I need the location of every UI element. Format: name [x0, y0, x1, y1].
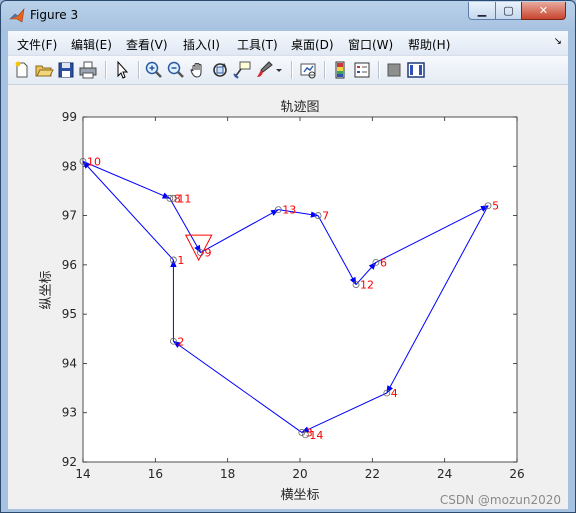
close-button[interactable]: ✕ — [521, 2, 566, 20]
x-tick-label: 16 — [148, 467, 163, 481]
point-label: 9 — [205, 247, 212, 260]
minimize-button[interactable]: ▁ — [468, 2, 496, 20]
figure-window: Figure 3 ▁ ▢ ✕ 文件(F) 编辑(E) 查看(V) 插入(I) 工… — [0, 0, 576, 513]
legend-icon[interactable] — [352, 60, 372, 80]
menu-edit[interactable]: 编辑(E) — [71, 36, 112, 53]
x-tick-label: 26 — [509, 467, 524, 481]
x-tick-label: 18 — [220, 467, 235, 481]
menu-tools[interactable]: 工具(T) — [237, 36, 278, 53]
figure-client-area: 文件(F) 编辑(E) 查看(V) 插入(I) 工具(T) 桌面(D) 窗口(W… — [8, 31, 568, 509]
x-tick-label: 14 — [75, 467, 90, 481]
menu-insert[interactable]: 插入(I) — [183, 36, 220, 53]
y-tick-label: 96 — [62, 258, 77, 272]
menu-view[interactable]: 查看(V) — [126, 36, 168, 53]
point-label: 11 — [177, 192, 191, 205]
close-icon: ✕ — [538, 4, 549, 17]
point-label: 5 — [492, 200, 499, 213]
brush-dropdown-icon[interactable] — [274, 60, 284, 80]
point-label: 7 — [322, 210, 329, 223]
y-tick-label: 99 — [62, 110, 77, 124]
maximize-icon: ▢ — [503, 4, 514, 17]
colorbar-icon[interactable] — [330, 60, 350, 80]
toolbar-separator — [291, 61, 293, 79]
maximize-button[interactable]: ▢ — [495, 2, 522, 20]
y-tick-label: 98 — [62, 159, 77, 173]
brush-icon[interactable] — [254, 60, 274, 80]
x-axis-label: 横坐标 — [280, 488, 319, 503]
point-label: 12 — [360, 279, 374, 292]
pointer-icon[interactable] — [112, 60, 132, 80]
rotate-3d-icon[interactable] — [210, 60, 230, 80]
y-tick-label: 97 — [62, 209, 77, 223]
point-label: 2 — [177, 335, 184, 348]
y-tick-label: 92 — [62, 455, 77, 469]
y-tick-label: 93 — [62, 406, 77, 420]
print-icon[interactable] — [78, 60, 98, 80]
toolbar-separator — [138, 61, 140, 79]
y-axis-label: 纵坐标 — [39, 270, 54, 309]
point-label: 14 — [309, 429, 323, 442]
point-label: 6 — [380, 256, 387, 269]
data-cursor-icon[interactable] — [232, 60, 252, 80]
pan-hand-icon[interactable] — [188, 60, 208, 80]
figure-canvas: 14 16 18 20 22 24 26 92 93 94 95 96 97 98 99 123456789… — [8, 85, 568, 509]
toolbar-separator — [324, 61, 326, 79]
x-tick-label: 22 — [365, 467, 380, 481]
window-title: Figure 3 — [30, 8, 79, 22]
point-label: 10 — [87, 155, 101, 168]
x-tick-label: 20 — [292, 467, 307, 481]
title-bar[interactable]: Figure 3 ▁ ▢ ✕ — [1, 1, 575, 31]
toolbar-separator — [105, 61, 107, 79]
minimize-icon: ▁ — [477, 4, 487, 17]
zoom-in-icon[interactable] — [144, 60, 164, 80]
point-label: 4 — [391, 387, 398, 400]
menu-window[interactable]: 窗口(W) — [348, 36, 393, 53]
watermark: CSDN @mozun2020 — [440, 493, 561, 507]
save-icon[interactable] — [56, 60, 76, 80]
menu-help[interactable]: 帮助(H) — [408, 36, 450, 53]
y-tick-label: 94 — [62, 356, 77, 370]
hide-plot-tools-icon[interactable] — [384, 60, 404, 80]
zoom-out-icon[interactable] — [166, 60, 186, 80]
open-file-icon[interactable] — [34, 60, 54, 80]
figure-toolbar — [8, 56, 568, 85]
trajectory-plot[interactable]: 14 16 18 20 22 24 269293949596979899 123456789… — [8, 85, 568, 509]
chart-title: 轨迹图 — [280, 100, 319, 115]
new-figure-icon[interactable] — [12, 60, 32, 80]
menu-file[interactable]: 文件(F) — [17, 36, 57, 53]
link-plot-icon[interactable] — [298, 60, 318, 80]
axes-box — [82, 116, 518, 463]
menu-desktop[interactable]: 桌面(D) — [291, 36, 334, 53]
x-tick-label: 24 — [437, 467, 452, 481]
menu-overflow-icon[interactable]: ↘ — [554, 36, 562, 47]
show-plot-tools-icon[interactable] — [406, 60, 426, 80]
toolbar-separator — [378, 61, 380, 79]
y-tick-label: 95 — [62, 307, 77, 321]
point-label: 13 — [282, 204, 296, 217]
point-label: 1 — [177, 254, 184, 267]
menu-bar: 文件(F) 编辑(E) 查看(V) 插入(I) 工具(T) 桌面(D) 窗口(W… — [8, 31, 568, 56]
matlab-icon — [9, 8, 25, 23]
